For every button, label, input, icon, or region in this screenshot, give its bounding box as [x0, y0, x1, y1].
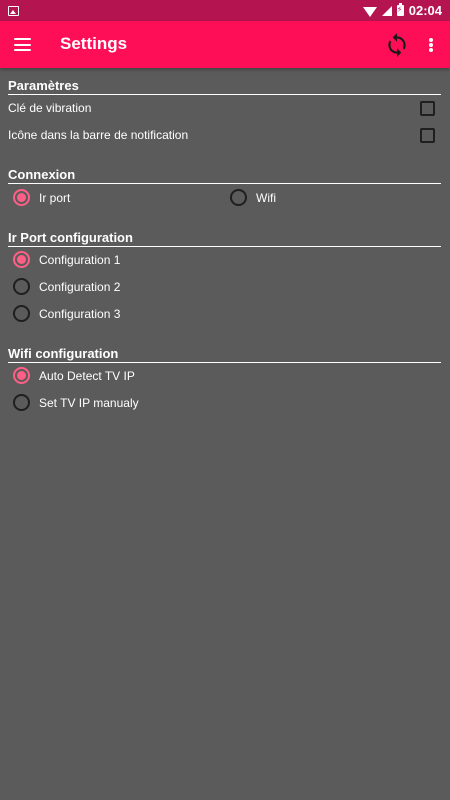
page-title: Settings: [60, 34, 128, 53]
radio-manual-ip[interactable]: [13, 394, 30, 411]
notification-icon-checkbox[interactable]: [420, 128, 435, 143]
setting-notification-icon-label: Icône dans la barre de notification: [8, 128, 189, 142]
gallery-icon: [8, 5, 19, 16]
radio-option-manual-ip[interactable]: Set TV IP manualy: [13, 394, 139, 411]
radio-configuration-2-label: Configuration 2: [39, 279, 121, 294]
section-title-ir-port: Ir Port configuration: [8, 230, 441, 247]
radio-ir-port-label: Ir port: [39, 190, 71, 205]
radio-ir-port[interactable]: [13, 189, 30, 206]
radio-configuration-3[interactable]: [13, 305, 30, 322]
signal-icon: [381, 5, 392, 16]
status-clock: 02:04: [408, 3, 442, 18]
radio-option-wifi[interactable]: Wifi: [230, 189, 276, 206]
radio-option-auto-detect[interactable]: Auto Detect TV IP: [13, 367, 135, 384]
vibration-checkbox[interactable]: [420, 101, 435, 116]
section-title-wifi: Wifi configuration: [8, 346, 441, 363]
radio-wifi-label: Wifi: [256, 190, 276, 205]
wifi-icon: [362, 6, 377, 17]
radio-auto-detect[interactable]: [13, 367, 30, 384]
more-vert-icon[interactable]: [426, 35, 436, 55]
app-bar: Settings: [0, 21, 450, 68]
refresh-icon[interactable]: [384, 32, 410, 58]
radio-manual-ip-label: Set TV IP manualy: [39, 395, 139, 410]
radio-option-configuration-2[interactable]: Configuration 2: [13, 278, 120, 295]
radio-configuration-2[interactable]: [13, 278, 30, 295]
setting-vibration[interactable]: Clé de vibration: [8, 101, 91, 115]
radio-configuration-3-label: Configuration 3: [39, 306, 121, 321]
radio-configuration-1-label: Configuration 1: [39, 252, 121, 267]
status-bar: 02:04: [0, 0, 450, 21]
menu-icon[interactable]: [14, 38, 31, 51]
radio-auto-detect-label: Auto Detect TV IP: [39, 368, 135, 383]
section-title-connexion: Connexion: [8, 167, 441, 184]
radio-configuration-1[interactable]: [13, 251, 30, 268]
setting-vibration-label: Clé de vibration: [8, 101, 92, 115]
section-title-parametres: Paramètres: [8, 78, 441, 95]
radio-option-ir-port[interactable]: Ir port: [13, 189, 70, 206]
radio-option-configuration-1[interactable]: Configuration 1: [13, 251, 120, 268]
radio-option-configuration-3[interactable]: Configuration 3: [13, 305, 120, 322]
battery-charging-icon: [396, 3, 404, 16]
setting-notification-icon[interactable]: Icône dans la barre de notification: [8, 128, 188, 142]
radio-wifi[interactable]: [230, 189, 247, 206]
